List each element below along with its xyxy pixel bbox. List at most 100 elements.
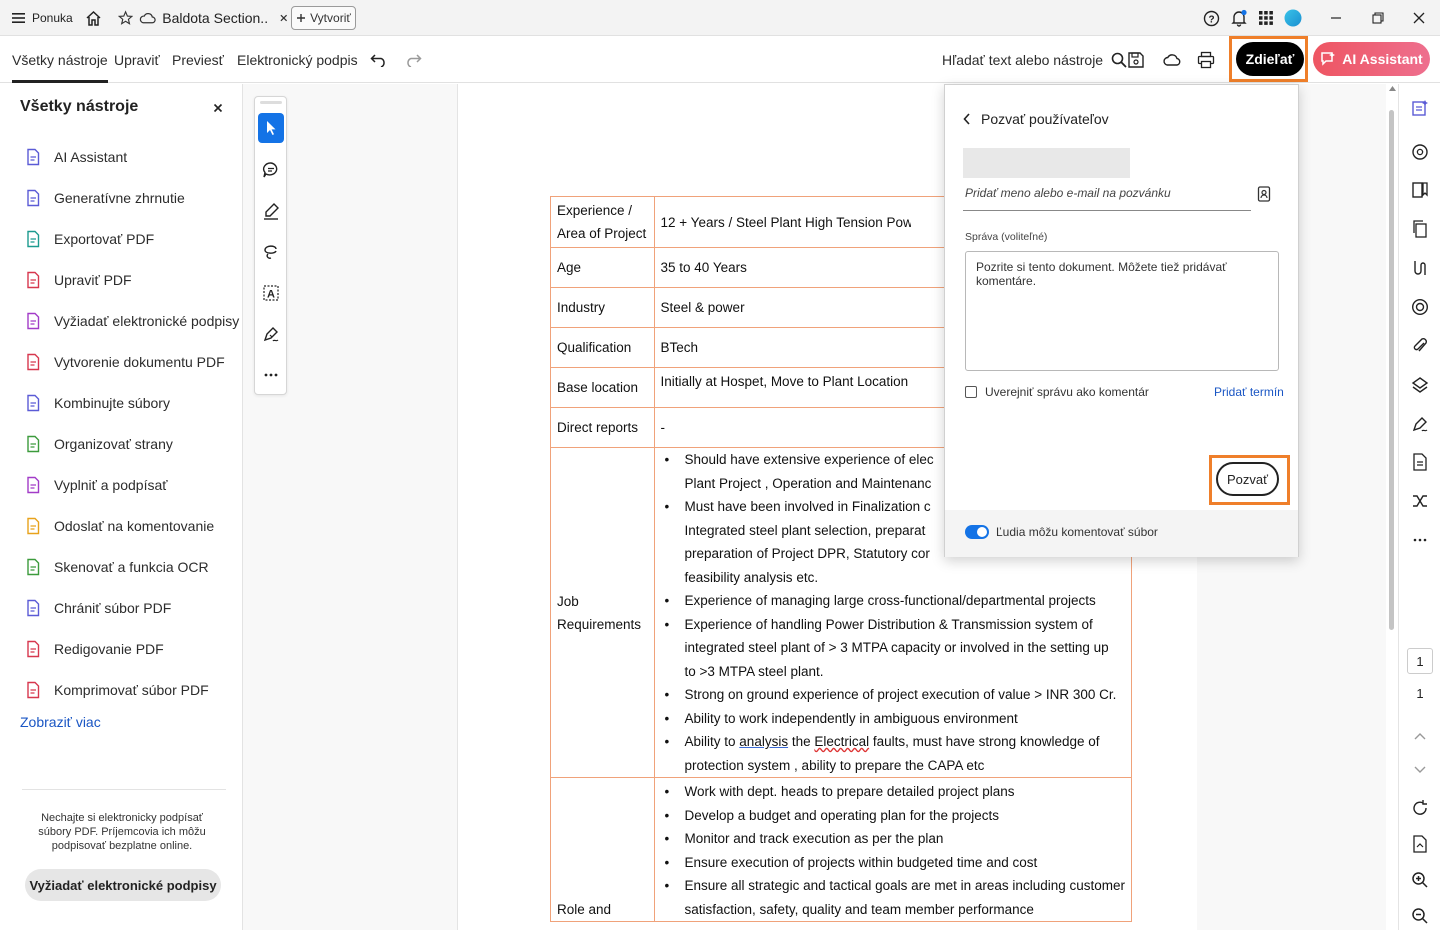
scrollbar-thumb[interactable] [1389,110,1394,630]
page-fit-button[interactable] [1410,834,1430,854]
document-rail-button[interactable] [1410,452,1430,472]
tool-item[interactable]: Skenovať a funkcia OCR [24,555,209,579]
tool-item[interactable]: AI Assistant [24,145,127,169]
tab-convert[interactable]: Previesť [172,36,224,83]
star-icon[interactable] [118,10,134,26]
scroll-up-arrow[interactable] [1387,84,1398,92]
publish-checkbox-label: Uverejniť správu ako komentár [985,385,1149,399]
compress-pdf-icon [24,681,42,699]
ai-assistant-button[interactable]: AI Assistant [1313,42,1430,76]
cloud-save-button[interactable] [1162,36,1182,83]
tool-item-label: Redigovanie PDF [54,641,164,657]
comment-tool[interactable] [258,155,284,185]
profile-avatar[interactable] [1284,0,1302,36]
quick-tools-bar: A [254,96,287,395]
recipient-chip-area[interactable] [963,148,1130,178]
rotate-button[interactable] [1410,798,1430,818]
tool-item[interactable]: Upraviť PDF [24,268,132,292]
help-button[interactable]: ? [1203,0,1220,36]
export-pdf-icon [24,230,42,248]
back-chevron-icon[interactable] [963,113,971,125]
highlight-tool[interactable] [258,196,284,226]
tool-item[interactable]: Kombinujte súbory [24,391,170,415]
new-tab-button[interactable]: Vytvoriť [291,6,356,30]
request-signatures-button[interactable]: Vyžiadať elektronické podpisy [25,869,221,901]
home-button[interactable] [85,0,102,36]
ai-assistant-label: AI Assistant [1342,51,1423,67]
page-number-input[interactable]: 1 [1407,648,1433,674]
tool-item[interactable]: Chrániť súbor PDF [24,596,171,620]
more-tools-button[interactable] [258,360,284,390]
invite-header[interactable]: Pozvať používateľov [963,111,1109,127]
tool-item[interactable]: Komprimovať súbor PDF [24,678,209,702]
tab-all-tools[interactable]: Všetky nástroje [12,36,108,83]
document-icon [1413,453,1427,471]
restore-button[interactable] [1372,0,1384,36]
invite-button[interactable]: Pozvať [1216,462,1279,496]
publish-comment-option[interactable]: Uverejniť správu ako komentár [965,385,1149,399]
menu-label: Ponuka [32,11,73,25]
select-tool[interactable] [258,113,284,143]
document-tab[interactable]: Baldota Section... [110,4,288,32]
publish-checkbox[interactable] [965,386,977,398]
tool-item[interactable]: Vytvorenie dokumentu PDF [24,350,225,374]
message-textarea[interactable]: Pozrite si tento dokument. Môžete tiež p… [965,251,1279,371]
layers-rail-button[interactable] [1410,375,1430,395]
close-panel-button[interactable] [213,103,223,113]
restore-icon [1372,12,1384,24]
apps-button[interactable] [1258,0,1274,36]
menu-button[interactable]: Ponuka [12,0,73,36]
message-label: Správa (voliteľné) [965,231,1048,243]
recipient-input-underline [963,210,1251,211]
tool-item[interactable]: Exportovať PDF [24,227,154,251]
tool-item[interactable]: Odoslať na komentovanie [24,514,214,538]
comments-rail-button[interactable] [1410,142,1430,162]
text-recognition-tool[interactable]: A [258,278,284,308]
minimize-button[interactable] [1330,0,1342,36]
next-page-button[interactable] [1410,760,1430,780]
tab-edit[interactable]: Upraviť [114,36,160,83]
ai-assistant-icon [1321,52,1336,66]
list-item: Experience of handling Power Distributio… [661,613,1125,637]
redo-button[interactable] [404,36,422,83]
comment-permission-toggle[interactable] [965,525,989,539]
notifications-button[interactable] [1230,0,1248,36]
zoom-out-button[interactable] [1410,906,1430,926]
create-pdf-icon [24,353,42,371]
stamp-rail-button[interactable] [1410,297,1430,317]
bookmarks-rail-button[interactable] [1410,180,1430,200]
compare-rail-button[interactable] [1410,491,1430,511]
tab-e-signature[interactable]: Elektronický podpis [237,36,358,83]
tool-item[interactable]: Vyplniť a podpísať [24,473,168,497]
prev-page-button[interactable] [1410,726,1430,746]
attach-rail-button[interactable] [1410,336,1430,356]
more-rail-button[interactable] [1410,530,1430,550]
tool-item[interactable]: Redigovanie PDF [24,637,164,661]
paperclip-icon [1413,338,1427,352]
show-more-link[interactable]: Zobraziť viac [20,714,101,730]
list-item: satisfaction, safety, quality and team m… [684,901,1034,917]
zoom-in-button[interactable] [1410,870,1430,890]
fill-sign-rail-button[interactable] [1410,414,1430,434]
undo-button[interactable] [370,36,388,83]
hamburger-icon [12,13,25,23]
ai-summary-rail-button[interactable] [1410,98,1430,118]
tool-item[interactable]: Generatívne zhrnutie [24,186,185,210]
tool-item-label: Vytvorenie dokumentu PDF [54,354,225,370]
address-book-button[interactable] [1257,186,1271,202]
add-deadline-link[interactable]: Pridať termín [1214,385,1284,399]
close-tab-icon[interactable] [279,13,288,23]
contacts-icon [1257,186,1271,202]
print-button[interactable] [1197,36,1215,83]
recipient-input[interactable]: Pridať meno alebo e-mail na pozvánku [965,186,1171,200]
share-button[interactable]: Zdieľať [1236,42,1304,76]
attachments-rail-button[interactable] [1410,258,1430,278]
pages-rail-button[interactable] [1410,219,1430,239]
tool-item[interactable]: Organizovať strany [24,432,173,456]
sign-tool[interactable] [258,319,284,349]
search-tools[interactable]: Hľadať text alebo nástroje [942,36,1127,83]
tool-item[interactable]: Vyžiadať elektronické podpisy [24,309,239,333]
save-button[interactable] [1127,36,1145,83]
close-window-button[interactable] [1413,0,1425,36]
draw-tool[interactable] [258,237,284,267]
